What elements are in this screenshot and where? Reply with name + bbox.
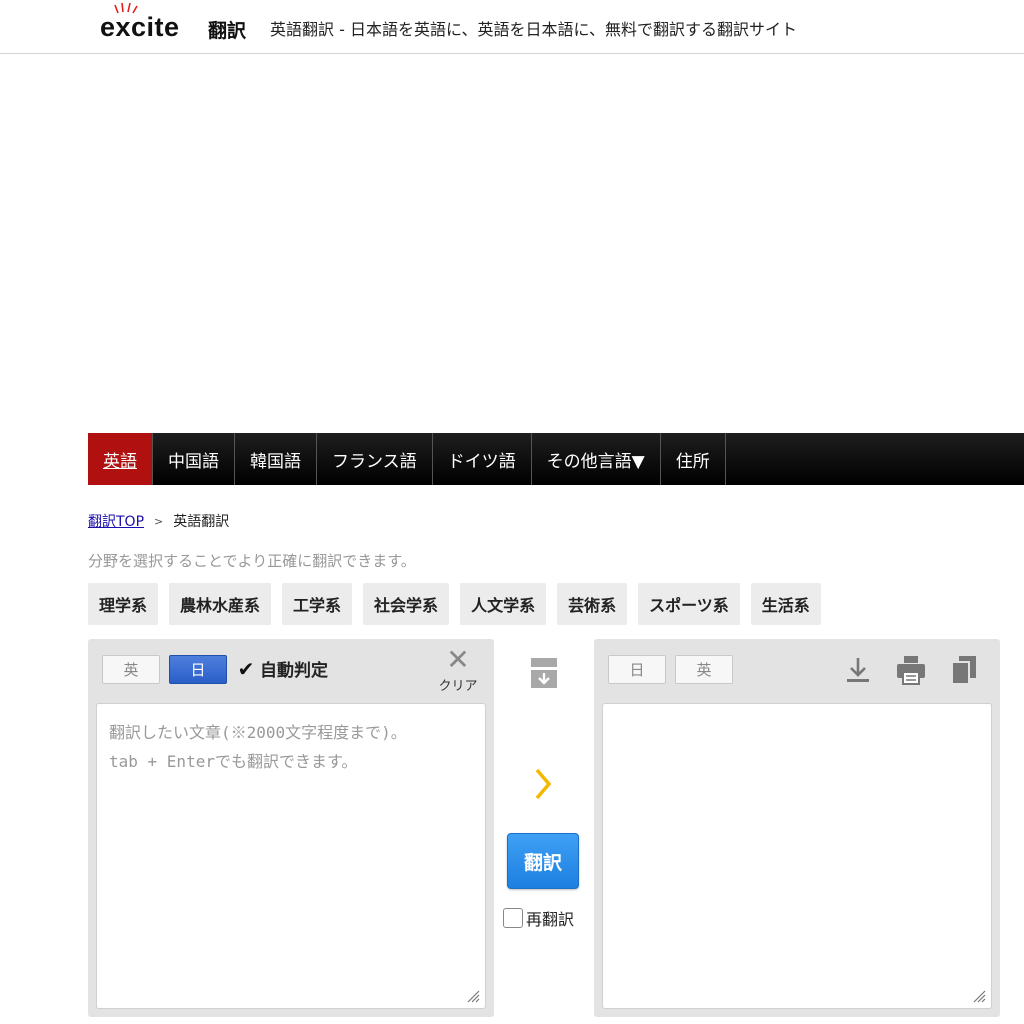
nav-item-other-languages[interactable]: その他言語▼ — [532, 433, 661, 485]
page-title: 英語翻訳 - 日本語を英語に、英語を日本語に、無料で翻訳する翻訳サイト — [270, 20, 797, 39]
chevron-right-icon — [535, 768, 552, 800]
auto-detect-toggle[interactable]: ✔ 自動判定 — [236, 656, 328, 682]
breadcrumb: 翻訳TOP > 英語翻訳 — [88, 511, 229, 531]
nav-item-german[interactable]: ドイツ語 — [433, 433, 532, 485]
category-social-science-button[interactable]: 社会学系 — [363, 583, 450, 625]
site-header: excite 翻訳 英語翻訳 - 日本語を英語に、英語を日本語に、無料で翻訳する… — [0, 0, 1024, 54]
category-agriculture-button[interactable]: 農林水産系 — [169, 583, 272, 625]
target-lang-japanese-button[interactable]: 日 — [608, 655, 666, 684]
nav-item-chinese[interactable]: 中国語 — [153, 433, 235, 485]
category-engineering-button[interactable]: 工学系 — [282, 583, 353, 625]
logo-service-name: 翻訳 — [208, 20, 247, 42]
clear-label: クリア — [438, 679, 478, 694]
category-sports-button[interactable]: スポーツ系 — [638, 583, 740, 625]
category-arts-button[interactable]: 芸術系 — [557, 583, 628, 625]
breadcrumb-current: 英語翻訳 — [173, 514, 230, 530]
logo-wordmark: excite — [100, 12, 180, 42]
nav-item-address[interactable]: 住所 — [661, 433, 726, 485]
breadcrumb-top-link[interactable]: 翻訳TOP — [88, 511, 144, 531]
clear-button[interactable]: ✕ クリア — [436, 643, 480, 695]
retranslate-label: 再翻訳 — [526, 910, 575, 929]
target-panel: 日 英 — [594, 639, 1000, 1017]
source-lang-english-button[interactable]: 英 — [102, 655, 160, 684]
field-hint-text: 分野を選択することでより正確に翻訳できます。 — [88, 552, 416, 570]
target-lang-english-button[interactable]: 英 — [675, 655, 733, 684]
swap-direction-icon[interactable] — [530, 657, 558, 689]
language-nav: 英語 中国語 韓国語 フランス語 ドイツ語 その他言語▼ 住所 — [88, 433, 1024, 485]
source-text-input[interactable] — [96, 703, 486, 1009]
resize-grip-icon[interactable] — [466, 989, 480, 1003]
checkmark-icon[interactable]: ✔ — [236, 657, 256, 681]
category-buttons: 理学系 農林水産系 工学系 社会学系 人文学系 芸術系 スポーツ系 生活系 — [88, 583, 832, 625]
nav-item-english[interactable]: 英語 — [88, 433, 153, 485]
nav-item-french[interactable]: フランス語 — [317, 433, 433, 485]
nav-item-korean[interactable]: 韓国語 — [235, 433, 317, 485]
breadcrumb-separator: > — [154, 514, 164, 528]
source-lang-japanese-button[interactable]: 日 — [169, 655, 227, 684]
category-lifestyle-button[interactable]: 生活系 — [750, 583, 821, 625]
resize-grip-icon[interactable] — [972, 989, 986, 1003]
translate-button[interactable]: 翻訳 — [507, 833, 579, 889]
source-panel: 英 日 ✔ 自動判定 ✕ クリア — [88, 639, 494, 1017]
category-science-button[interactable]: 理学系 — [88, 583, 159, 625]
category-humanities-button[interactable]: 人文学系 — [460, 583, 547, 625]
print-icon[interactable] — [895, 653, 927, 687]
retranslate-toggle[interactable]: 再翻訳 — [503, 906, 574, 930]
ad-space — [88, 56, 1024, 430]
auto-detect-label: 自動判定 — [260, 661, 328, 681]
copy-icon[interactable] — [948, 653, 980, 687]
excite-logo[interactable]: excite 翻訳 — [100, 2, 250, 46]
retranslate-checkbox[interactable] — [503, 908, 523, 928]
download-icon[interactable] — [842, 653, 874, 687]
translation-output[interactable] — [602, 703, 992, 1009]
close-icon: ✕ — [446, 643, 470, 676]
